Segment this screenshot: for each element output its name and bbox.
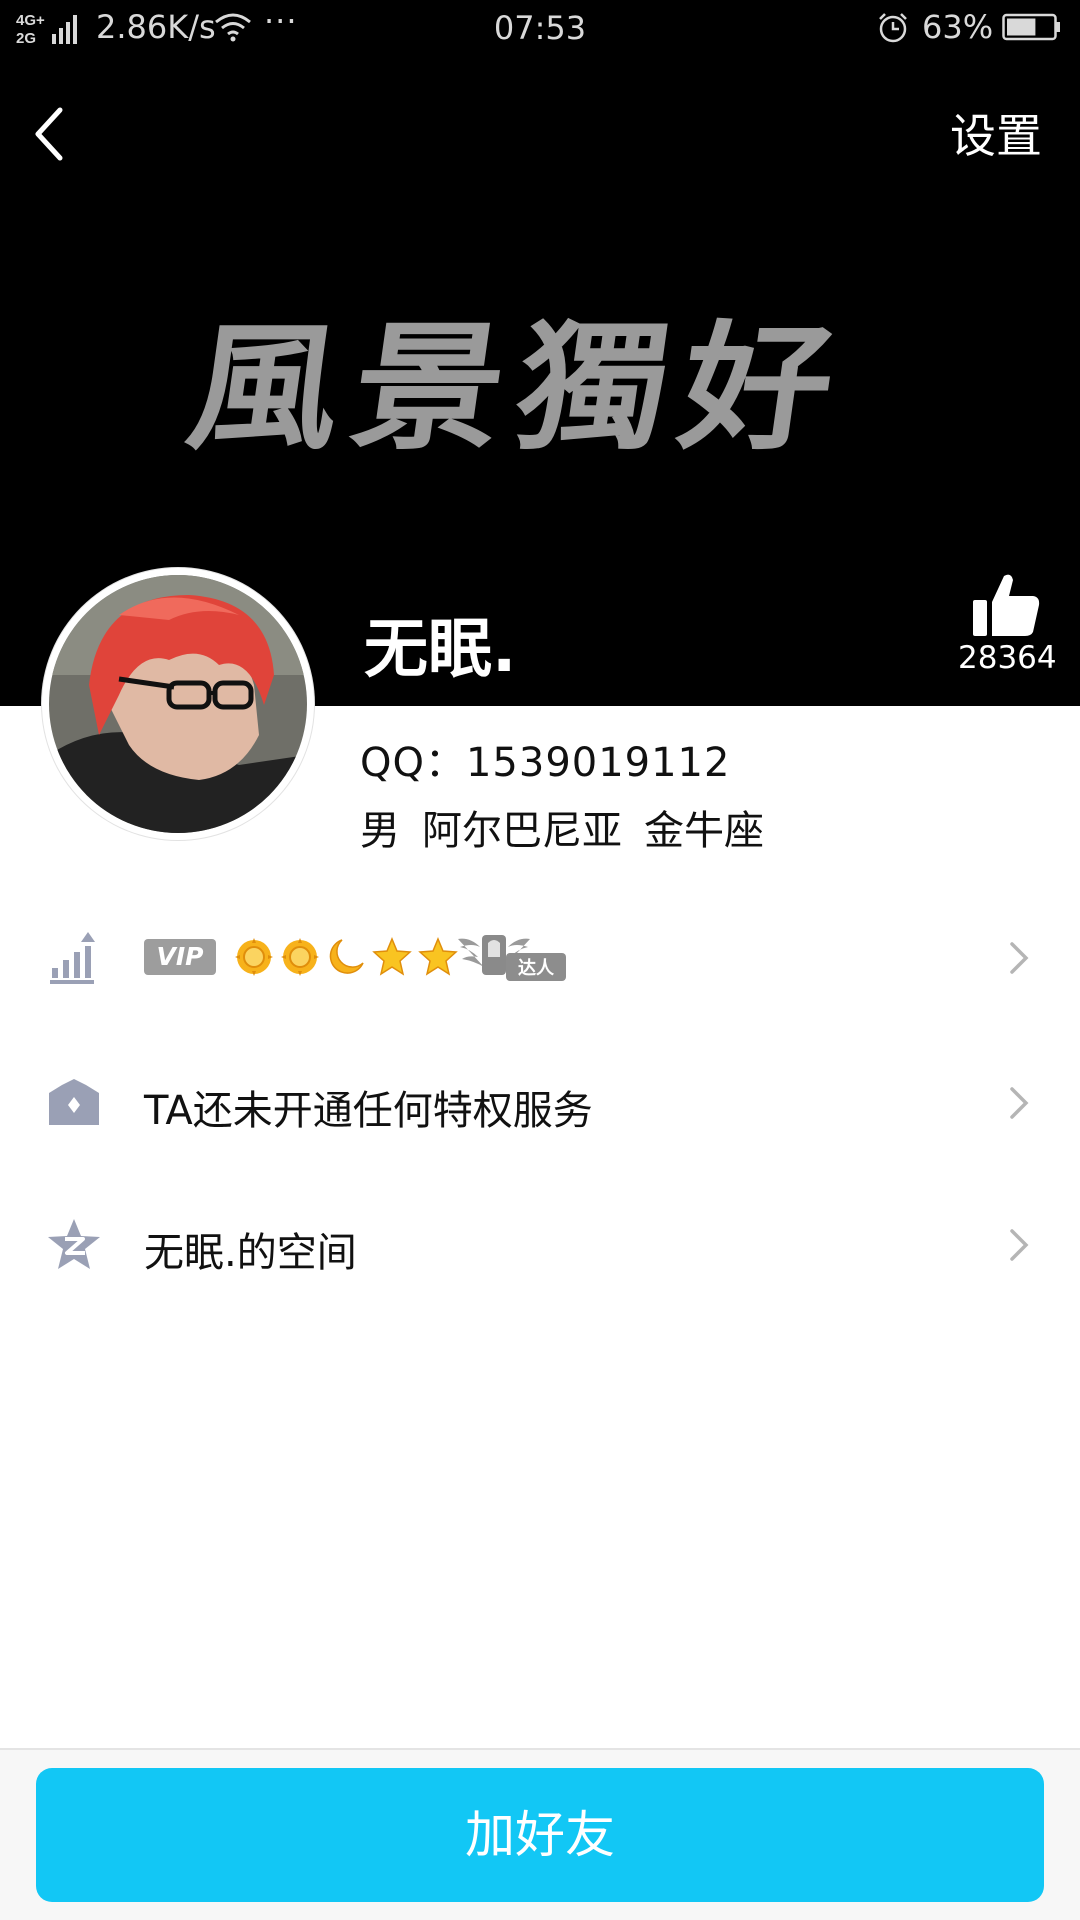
chevron-right-icon [1010,1087,1029,1119]
chevron-right-icon [1010,1229,1029,1261]
star-icon [372,937,413,976]
qq-level-icons [234,937,459,981]
status-bar: 4G+ 2G 2.86K/s ··· 07:53 63% [0,0,1080,58]
battery-icon [1002,13,1060,41]
avatar[interactable] [42,568,314,840]
constellation: 金牛座 [644,808,764,854]
qzone-star-icon [48,1219,100,1269]
vip-badge: VIP [144,939,216,975]
region: 阿尔巴尼亚 [422,808,622,854]
back-icon[interactable] [26,98,76,168]
bottom-action-bar: 加好友 [0,1748,1080,1920]
settings-button[interactable]: 设置 [950,100,1042,166]
thumbs-up-icon [973,574,1040,636]
level-row[interactable]: VIP 达人 [0,893,1080,1023]
avatar-photo [49,575,307,833]
qzone-row[interactable]: 无眠.的空间 [0,1180,1080,1310]
level-icon [50,932,95,984]
daren-badge-icon: 达人 [458,935,566,981]
profile-page: 4G+ 2G 2.86K/s ··· 07:53 63% 设置 風景獨好 无眠.… [0,0,1080,1920]
battery-percent: 63% [922,8,994,46]
daren-badge-label: 达人 [518,957,555,979]
like-button[interactable]: 28364 [958,572,1057,676]
calligraphy-char: 獨 [506,307,680,469]
cover-calligraphy: 風景獨好 [179,268,890,508]
sun-icon [281,938,320,976]
clock: 07:53 [493,9,587,47]
calligraphy-char: 好 [670,307,844,469]
sun-icon [235,938,273,976]
star-icon [418,937,459,976]
calligraphy-char: 風 [178,307,352,469]
like-count: 28364 [958,640,1057,676]
privilege-row[interactable]: TA还未开通任何特权服务 [0,1038,1080,1168]
profile-details: 男阿尔巴尼亚 金牛座 [360,798,786,856]
gender: 男 [360,808,400,854]
crown-icon [49,1079,99,1125]
chevron-right-icon [1010,942,1029,974]
qzone-label: 无眠.的空间 [144,1230,357,1276]
nickname: 无眠. [364,613,517,687]
add-friend-button[interactable]: 加好友 [36,1768,1044,1902]
privilege-label: TA还未开通任何特权服务 [144,1088,593,1134]
qq-number: QQ：1539019112 [360,740,731,786]
moon-icon [329,939,364,974]
alarm-icon [879,13,907,43]
calligraphy-char: 景 [342,307,516,469]
